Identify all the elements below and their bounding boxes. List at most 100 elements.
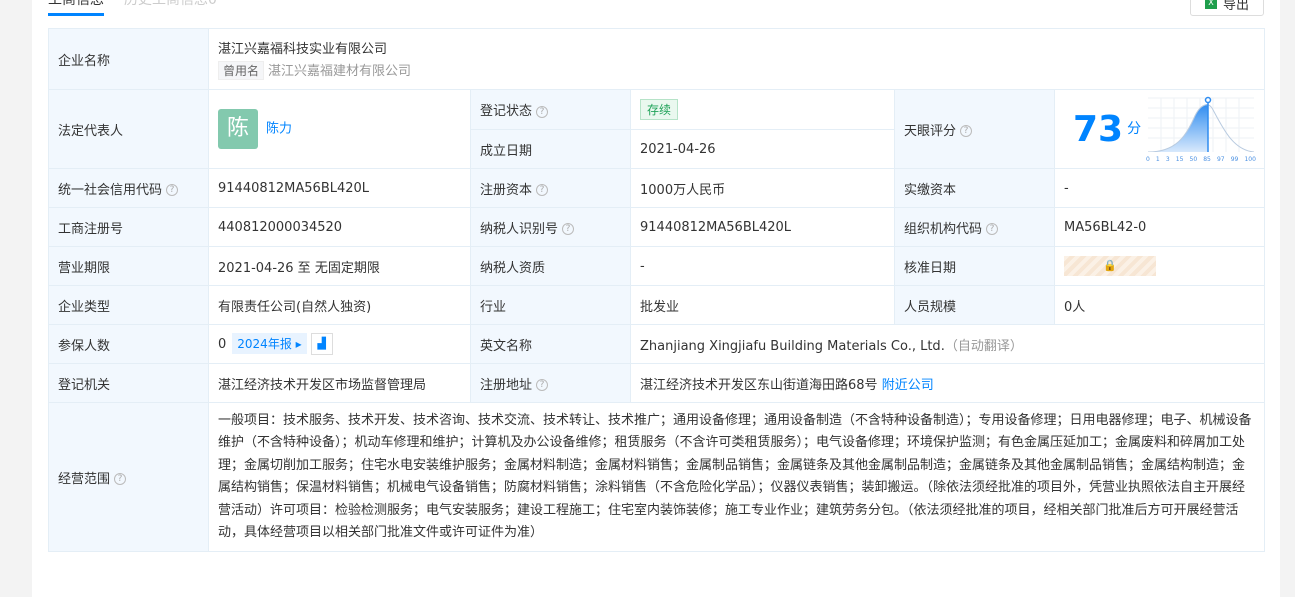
table-row: 企业类型 有限责任公司(自然人独资) 行业 批发业 人员规模 0人: [48, 285, 1265, 325]
field-value: 2021-04-26 至 无固定期限: [208, 246, 471, 286]
former-name-tag: 曾用名: [218, 61, 265, 80]
annual-report-label: 2024年报: [237, 336, 292, 351]
table-row: 统一社会信用代码? 91440812MA56BL420L 注册资本? 1000万人民币…: [48, 168, 1265, 208]
field-label: 营业期限: [48, 246, 209, 286]
address-value: 湛江经济技术开发区东山街道海田路68号: [640, 377, 878, 393]
chart-x-ticks: 0 1 3 15 50 85 97 99 100: [1146, 156, 1256, 163]
legal-rep-cell: 陈陈力: [208, 89, 471, 169]
field-label-text: 核准日期: [904, 260, 957, 276]
help-icon[interactable]: ?: [536, 184, 549, 196]
field-value: 440812000034520: [208, 207, 471, 247]
avatar: 陈: [218, 109, 258, 149]
field-value: 91440812MA56BL420L: [630, 207, 895, 247]
tick: 85: [1203, 155, 1211, 163]
company-name-label: 企业名称: [48, 28, 209, 90]
field-label-text: 组织机构代码: [904, 221, 983, 237]
legal-rep-label: 法定代表人: [48, 89, 209, 169]
address-label: 注册地址?: [470, 363, 631, 403]
tick: 100: [1244, 155, 1256, 163]
former-name: 湛江兴嘉福建材有限公司: [268, 64, 412, 79]
field-label: 工商注册号: [48, 207, 209, 247]
insured-cell: 0 2024年报 ▸ ▟: [208, 324, 471, 364]
tab-business-info[interactable]: 工商信息: [48, 0, 104, 16]
help-icon[interactable]: ?: [562, 223, 575, 235]
status-badge: 存续: [640, 99, 679, 120]
field-label: 注册资本?: [470, 168, 631, 208]
help-icon[interactable]: ?: [114, 473, 127, 485]
scope-label: 经营范围?: [48, 402, 209, 552]
company-name-cell: 湛江兴嘉福科技实业有限公司 曾用名 湛江兴嘉福建材有限公司: [208, 28, 1265, 90]
field-value: -: [630, 246, 895, 286]
reg-status-text: 登记状态: [480, 104, 533, 119]
field-label-text: 企业类型: [58, 299, 111, 315]
tick: 0: [1146, 155, 1150, 163]
bell-curve: [1147, 96, 1255, 152]
field-label-text: 实缴资本: [904, 182, 957, 198]
insured-value: 0: [218, 336, 227, 352]
table-row: 工商注册号 440812000034520 纳税人识别号? 91440812MA56B…: [48, 207, 1265, 247]
est-date-value: 2021-04-26: [630, 129, 895, 169]
help-icon[interactable]: ?: [960, 125, 973, 137]
field-value: 0人: [1054, 285, 1265, 325]
score-unit: 分: [1127, 120, 1142, 137]
field-label: 人员规模: [894, 285, 1055, 325]
insured-label: 参保人数: [48, 324, 209, 364]
legal-rep-link[interactable]: 陈力: [266, 122, 292, 137]
field-label-text: 纳税人识别号: [480, 221, 559, 237]
field-label-text: 注册资本: [480, 182, 533, 198]
field-label-text: 工商注册号: [58, 221, 124, 237]
field-value: 91440812MA56BL420L: [208, 168, 471, 208]
field-value: -: [1054, 168, 1265, 208]
help-icon[interactable]: ?: [536, 105, 549, 118]
field-label: 组织机构代码?: [894, 207, 1055, 247]
tick: 97: [1216, 155, 1225, 163]
field-label: 纳税人资质: [470, 246, 631, 286]
score-marker-pin: [1204, 96, 1212, 103]
field-value: 🔒: [1054, 246, 1265, 286]
tick: 15: [1175, 155, 1184, 163]
field-value: MA56BL42-0: [1054, 207, 1265, 247]
chart-icon[interactable]: ▟: [310, 333, 333, 356]
authority-label: 登记机关: [48, 363, 209, 403]
excel-icon: X: [1204, 0, 1217, 9]
lock-icon[interactable]: 🔒: [1064, 256, 1156, 276]
reg-status-cell: 存续: [630, 89, 895, 130]
english-name-label: 英文名称: [470, 324, 631, 364]
field-label: 实缴资本: [894, 168, 1055, 208]
field-label-text: 人员规模: [904, 299, 957, 315]
tick: 50: [1189, 155, 1198, 163]
tick: 99: [1230, 155, 1239, 163]
business-scope: 一般项目：技术服务、技术开发、技术咨询、技术交流、技术转让、技术推广；通用设备修…: [208, 402, 1265, 552]
field-value: 有限责任公司(自然人独资): [208, 285, 471, 325]
score-cell[interactable]: 73 分 0 1 3 15 50 85 97 99 100: [1054, 89, 1265, 169]
help-icon[interactable]: ?: [536, 379, 549, 391]
field-label-text: 营业期限: [58, 260, 111, 276]
field-label-text: 行业: [480, 299, 507, 315]
nearby-companies-link[interactable]: 附近公司: [882, 378, 934, 393]
field-label-text: 纳税人资质: [480, 260, 546, 276]
tick: 3: [1165, 155, 1170, 163]
auto-translate-note: （自动翻译）: [944, 338, 1023, 354]
annual-report-button[interactable]: 2024年报 ▸: [232, 332, 307, 354]
help-icon[interactable]: ?: [166, 184, 179, 196]
help-icon[interactable]: ?: [986, 223, 999, 235]
field-label: 行业: [470, 285, 631, 325]
company-name: 湛江兴嘉福科技实业有限公司: [218, 42, 388, 57]
field-value: 批发业: [630, 285, 895, 325]
tab-bar: 工商信息 历史工商信息0: [48, 0, 217, 16]
authority-value: 湛江经济技术开发区市场监督管理局: [208, 363, 471, 403]
field-label: 统一社会信用代码?: [48, 168, 209, 208]
est-date-label: 成立日期: [470, 129, 631, 169]
export-button[interactable]: X 导出: [1190, 0, 1264, 16]
reg-status-label: 登记状态?: [470, 89, 631, 130]
address-label-text: 注册地址: [480, 377, 533, 393]
score-value: 73: [1073, 108, 1124, 150]
tab-history-info[interactable]: 历史工商信息0: [124, 0, 217, 16]
field-label-text: 统一社会信用代码: [58, 182, 163, 198]
scope-label-text: 经营范围: [58, 471, 111, 487]
english-name: Zhanjiang Xingjiafu Building Materials C…: [640, 338, 945, 354]
field-value: 1000万人民币: [630, 168, 895, 208]
score-label-text: 天眼评分: [904, 123, 957, 139]
field-label: 纳税人识别号?: [470, 207, 631, 247]
business-info-table: 企业名称 湛江兴嘉福科技实业有限公司 曾用名 湛江兴嘉福建材有限公司 法定代表人 …: [48, 28, 1265, 552]
